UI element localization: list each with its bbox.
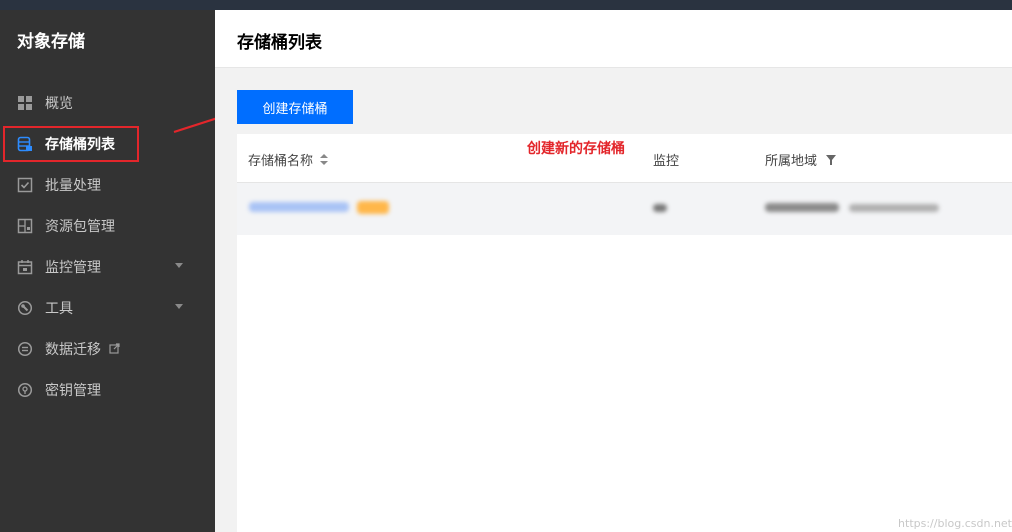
table-header: 存储桶名称 创建新的存储桶 监控 所属地域 xyxy=(237,134,1012,183)
region-cell xyxy=(765,203,839,212)
sidebar-item-label: 工具 xyxy=(45,300,73,317)
key-icon xyxy=(17,382,33,398)
sidebar-item-label: 批量处理 xyxy=(45,177,101,194)
sidebar-item-label: 资源包管理 xyxy=(45,218,115,235)
tool-icon xyxy=(17,300,33,316)
column-header-name[interactable]: 存储桶名称 xyxy=(248,150,329,169)
bucket-name-link[interactable] xyxy=(249,202,349,212)
page-header: 存储桶列表 xyxy=(215,10,1012,68)
sidebar-item-monitor[interactable]: 监控管理 xyxy=(0,246,215,287)
sidebar-item-label: 监控管理 xyxy=(45,259,101,276)
create-bucket-button[interactable]: 创建存储桶 xyxy=(237,90,353,124)
annotation-text: 创建新的存储桶 xyxy=(527,141,625,157)
chevron-down-icon[interactable] xyxy=(175,304,183,309)
table-row[interactable] xyxy=(237,183,1012,235)
region-code-cell xyxy=(849,204,939,212)
main-content: 存储桶列表 创建存储桶 存储桶名称 创建新的存储桶 监控 所属地域 xyxy=(215,10,1012,532)
sidebar-item-package[interactable]: 资源包管理 xyxy=(0,205,215,246)
chevron-down-icon[interactable] xyxy=(175,263,183,268)
sort-icon[interactable] xyxy=(320,154,329,165)
external-link-icon xyxy=(109,343,120,354)
overview-grid-icon xyxy=(17,95,33,111)
column-header-monitor: 监控 xyxy=(653,154,680,169)
watermark: https://blog.csdn.net xyxy=(898,517,1012,530)
sidebar-item-label: 概览 xyxy=(45,95,73,112)
filter-icon[interactable] xyxy=(826,154,837,165)
sidebar-item-migrate[interactable]: 数据迁移 xyxy=(0,328,215,369)
brand-title: 对象存储 xyxy=(17,32,85,52)
column-header-region[interactable]: 所属地域 xyxy=(765,150,837,169)
package-icon xyxy=(17,218,33,234)
page-title: 存储桶列表 xyxy=(237,33,322,53)
migrate-icon xyxy=(17,341,33,357)
browser-top-strip xyxy=(0,0,1012,10)
sidebar-item-label: 存储桶列表 xyxy=(45,136,115,153)
bucket-table: 存储桶名称 创建新的存储桶 监控 所属地域 xyxy=(237,134,1012,532)
calendar-icon xyxy=(17,259,33,275)
sidebar-item-label: 密钥管理 xyxy=(45,382,101,399)
sidebar-item-keys[interactable]: 密钥管理 xyxy=(0,369,215,410)
sidebar-item-label: 数据迁移 xyxy=(45,341,101,358)
sidebar: 对象存储 概览 存储桶列表 批量处理 资源包管理 监控管理 工具 数据迁移 密钥… xyxy=(0,10,215,532)
batch-check-icon xyxy=(17,177,33,193)
bucket-list-icon xyxy=(17,136,33,152)
sidebar-item-tools[interactable]: 工具 xyxy=(0,287,215,328)
sidebar-item-batch[interactable]: 批量处理 xyxy=(0,164,215,205)
monitor-cell[interactable] xyxy=(653,204,667,212)
bucket-tag-badge xyxy=(357,201,389,214)
